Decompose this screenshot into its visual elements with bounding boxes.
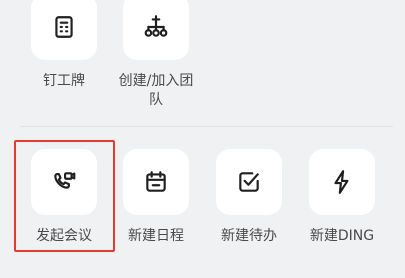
tile-create-join-team-label-line1: 创建/加入团: [118, 73, 194, 89]
tile-new-todo[interactable]: [216, 149, 282, 215]
tile-create-join-team-label-line2: 队: [149, 92, 163, 108]
checkbox-icon: [239, 172, 259, 192]
tile-new-ding[interactable]: [309, 149, 375, 215]
badge-icon: [55, 16, 73, 38]
tile-create-join-team[interactable]: [123, 0, 189, 60]
calendar-icon: [146, 171, 166, 192]
tile-new-schedule[interactable]: [123, 149, 189, 215]
tile-new-todo-label: 新建待办: [221, 228, 277, 244]
tile-ding-badge-label: 钉工牌: [43, 73, 85, 89]
tile-ding-badge[interactable]: [31, 0, 97, 60]
highlight-box: [14, 140, 115, 252]
tile-new-ding-label: 新建DING: [309, 228, 375, 244]
section-divider: [20, 126, 393, 127]
lightning-icon: [334, 170, 349, 194]
tile-new-schedule-label: 新建日程: [128, 228, 184, 244]
org-structure-icon: [144, 15, 168, 37]
tile-create-join-team-label: 创建/加入团 队: [108, 72, 204, 110]
